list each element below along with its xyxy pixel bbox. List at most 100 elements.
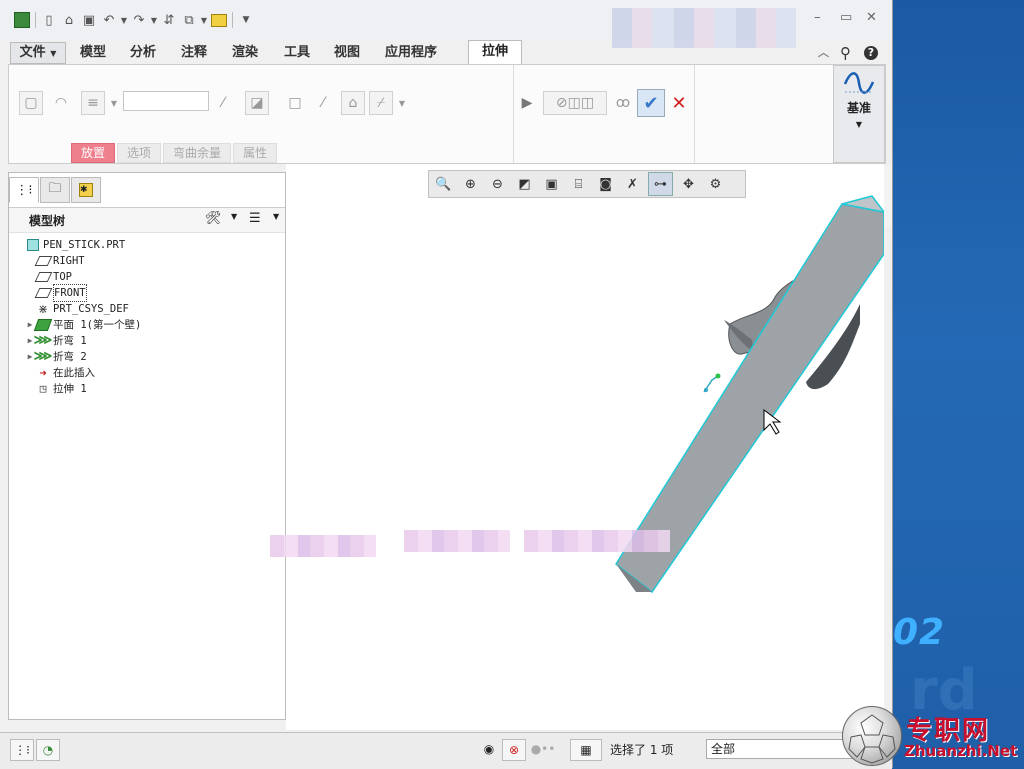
close-button[interactable]: ✕ bbox=[866, 10, 877, 25]
save-icon[interactable]: ▣ bbox=[79, 10, 99, 30]
preview-options-icon[interactable]: ⊘◫◫ bbox=[543, 91, 607, 115]
maximize-button[interactable]: ▭ bbox=[840, 10, 852, 25]
undo-icon[interactable]: ↶ bbox=[99, 10, 119, 30]
subtab-placement[interactable]: 放置 bbox=[71, 143, 116, 163]
tab-annotate[interactable]: 注释 bbox=[181, 44, 207, 62]
surface-icon[interactable]: ◠ bbox=[49, 91, 73, 115]
depth-blind-icon[interactable]: ≡ bbox=[81, 91, 105, 115]
display-style-icon[interactable]: ▣ bbox=[540, 173, 563, 195]
tree-settings-icon[interactable]: 🛠 bbox=[205, 211, 222, 226]
sheetmetal-side-icon[interactable]: ⌂ bbox=[341, 91, 365, 115]
help-icon[interactable]: ? bbox=[864, 44, 878, 62]
part-icon bbox=[25, 238, 41, 252]
tree-item[interactable]: ▶ 平面 1(第一个壁) bbox=[15, 317, 281, 333]
solid-icon[interactable]: ▢ bbox=[19, 91, 43, 115]
pause-arrow-icon[interactable]: ▶ bbox=[519, 91, 535, 115]
tab-extrude[interactable]: 拉伸 bbox=[468, 40, 522, 65]
tab-tools[interactable]: 工具 bbox=[284, 44, 310, 62]
tree-item-label: TOP bbox=[53, 271, 72, 283]
thicken-icon[interactable]: □ bbox=[283, 91, 307, 115]
refit-icon[interactable]: 🔍 bbox=[432, 173, 455, 195]
open-icon[interactable]: ⌂ bbox=[59, 10, 79, 30]
tree-item[interactable]: ➜ 在此插入 bbox=[15, 365, 281, 381]
tree-item[interactable]: ⋇ PRT_CSYS_DEF bbox=[15, 301, 281, 317]
zoom-out-icon[interactable]: ⊖ bbox=[486, 173, 509, 195]
subtab-properties[interactable]: 属性 bbox=[233, 143, 278, 163]
windows-icon[interactable]: ⧉ bbox=[179, 10, 199, 30]
tree-item[interactable]: ◳ 拉伸 1 bbox=[15, 381, 281, 397]
collapse-ribbon-icon[interactable]: ︿ bbox=[818, 44, 829, 62]
new-icon[interactable]: ▯ bbox=[39, 10, 59, 30]
datum-plane-icon bbox=[34, 270, 52, 284]
tab-applications[interactable]: 应用程序 bbox=[385, 44, 437, 62]
tree-columns-icon[interactable]: ☰ bbox=[249, 211, 261, 226]
datum-dropdown-icon[interactable]: ▼ bbox=[834, 120, 884, 129]
subtab-options[interactable]: 选项 bbox=[117, 143, 162, 163]
datum-display-icon[interactable]: ⊶ bbox=[648, 172, 673, 196]
insert-arrow-icon: ➜ bbox=[39, 366, 47, 380]
tree-columns-dropdown-icon[interactable]: ▼ bbox=[273, 212, 279, 221]
regen-status-icon[interactable]: ◉ bbox=[478, 739, 500, 759]
search-icon[interactable]: ⚲ bbox=[840, 44, 851, 62]
datum-group[interactable]: 基准 ▼ bbox=[833, 65, 885, 163]
tree-item-label: FRONT bbox=[53, 284, 87, 302]
stop-icon[interactable]: ⊗ bbox=[502, 739, 526, 761]
saved-views-icon[interactable]: ⌸ bbox=[567, 173, 590, 195]
annotation-display-icon[interactable]: ⚙ bbox=[704, 173, 727, 195]
extrude-icon: ◳ bbox=[39, 382, 47, 395]
tree-settings-dropdown-icon[interactable]: ▼ bbox=[231, 212, 237, 221]
favorites-tab-icon[interactable]: ✱ bbox=[71, 177, 101, 203]
remove-material-icon[interactable]: ◪ bbox=[245, 91, 269, 115]
tree-item[interactable]: RIGHT bbox=[15, 253, 281, 269]
find-icon[interactable]: ▦ bbox=[570, 739, 602, 761]
spin-center-icon[interactable]: ✥ bbox=[677, 173, 700, 195]
folder-browser-tab-icon[interactable]: 🗀 bbox=[40, 177, 70, 203]
csys-icon: ⋇ bbox=[37, 302, 49, 316]
depth-value-input[interactable] bbox=[123, 91, 209, 111]
pixelation-overlay-2 bbox=[404, 530, 510, 552]
tree-item[interactable]: ▶ ⋙ 折弯 1 bbox=[15, 333, 281, 349]
customize-icon[interactable]: ▼ bbox=[236, 10, 256, 30]
ok-check-icon[interactable]: ✔ bbox=[637, 89, 665, 117]
zoom-in-icon[interactable]: ⊕ bbox=[459, 173, 482, 195]
view-manager-icon[interactable]: ◙ bbox=[594, 173, 617, 195]
subtab-bend-allowance[interactable]: 弯曲余量 bbox=[163, 143, 232, 163]
title-bar: ▯ ⌂ ▣ ↶ ▼ ↷ ▼ ⇵ ⧉ ▼ ▼ – ▭ ✕ bbox=[0, 0, 892, 48]
app-logo[interactable] bbox=[12, 10, 32, 30]
thickness-flip-icon[interactable]: ⁄ bbox=[311, 91, 335, 115]
flip-direction-icon[interactable]: ⁄ bbox=[211, 91, 235, 115]
regenerate-icon[interactable]: ⇵ bbox=[159, 10, 179, 30]
tab-model[interactable]: 模型 bbox=[80, 44, 106, 62]
sheetmetal-flip-icon[interactable]: ⌿ bbox=[369, 91, 393, 115]
depth-dropdown-icon[interactable]: ▼ bbox=[107, 91, 121, 115]
tree-item-label: 折弯 1 bbox=[53, 335, 87, 347]
minimize-button[interactable]: – bbox=[814, 10, 821, 25]
redo-dropdown-icon[interactable]: ▼ bbox=[149, 10, 159, 30]
windows-dropdown-icon[interactable]: ▼ bbox=[199, 10, 209, 30]
tree-item-label: 在此插入 bbox=[53, 367, 95, 379]
tree-item[interactable]: ▶ ⋙ 折弯 2 bbox=[15, 349, 281, 365]
sheetmetal-dropdown-icon[interactable]: ▼ bbox=[395, 91, 409, 115]
tab-view[interactable]: 视图 bbox=[334, 44, 360, 62]
repaint-icon[interactable]: ◩ bbox=[513, 173, 536, 195]
model-tree-tab-icon[interactable]: ⋮⁝ bbox=[9, 177, 39, 203]
close-window-icon[interactable] bbox=[209, 10, 229, 30]
file-menu[interactable]: 文件 ▼ bbox=[10, 42, 66, 64]
redo-icon[interactable]: ↷ bbox=[129, 10, 149, 30]
perspective-icon[interactable]: ✗ bbox=[621, 173, 644, 195]
tree-item[interactable]: PEN_STICK.PRT bbox=[15, 237, 281, 253]
ribbon-tab-bar: 文件 ▼ 模型 分析 注释 渲染 工具 视图 应用程序 拉伸 ︿ ⚲ ? bbox=[8, 40, 884, 65]
tab-analysis[interactable]: 分析 bbox=[130, 44, 156, 62]
graphics-window[interactable] bbox=[270, 164, 886, 730]
undo-dropdown-icon[interactable]: ▼ bbox=[119, 10, 129, 30]
tree-item[interactable]: FRONT bbox=[15, 284, 281, 302]
verify-preview-icon[interactable]: ꝏ bbox=[611, 91, 635, 115]
tab-render[interactable]: 渲染 bbox=[232, 44, 258, 62]
browser-toggle-icon[interactable]: ◔ bbox=[36, 739, 60, 761]
tree-item-label: PEN_STICK.PRT bbox=[43, 239, 126, 251]
tree-item[interactable]: TOP bbox=[15, 269, 281, 285]
cancel-x-icon[interactable]: ✕ bbox=[667, 91, 691, 115]
navigator-toggle-icon[interactable]: ⋮⁝ bbox=[10, 739, 34, 761]
extrude-dashboard: ▢ ◠ ≡ ▼ ⁄ ◪ □ ⁄ ⌂ ⌿ ▼ ▶ ⊘◫◫ ꝏ ✔ ✕ 放置 选项 … bbox=[8, 64, 886, 164]
desktop-number: 02 bbox=[893, 612, 946, 653]
